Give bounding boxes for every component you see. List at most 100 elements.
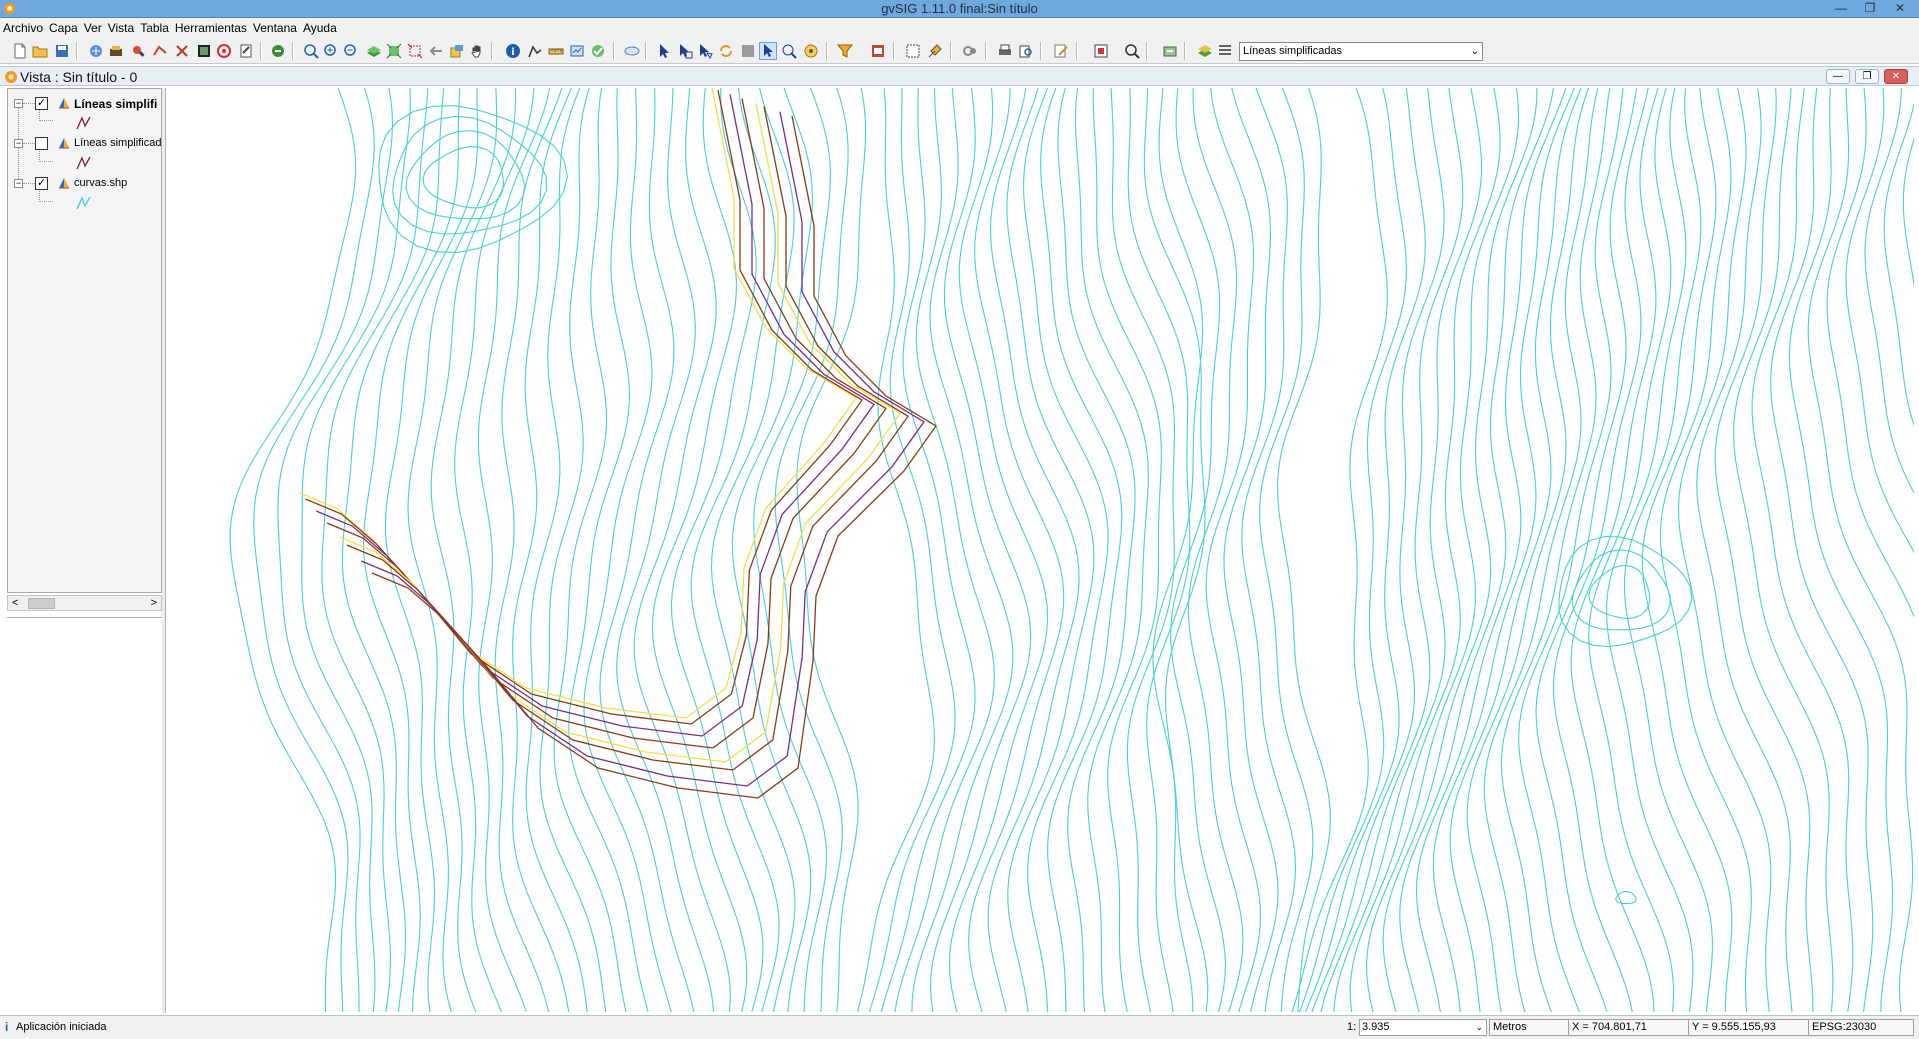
save-icon[interactable] — [54, 43, 70, 59]
print-icon[interactable] — [997, 43, 1013, 59]
active-layer-value: Líneas simplificadas — [1243, 45, 1343, 57]
select-by-circle-icon[interactable] — [781, 43, 797, 59]
menu-tabla[interactable]: Tabla — [137, 18, 172, 38]
contour-line — [1659, 88, 1752, 1013]
menu-vista[interactable]: Vista — [105, 18, 137, 38]
print-preview-icon[interactable] — [1018, 43, 1034, 59]
toc-layer-curvas-shp[interactable]: − ✓ curvas.shp — [8, 176, 161, 192]
view-close-button[interactable]: ✕ — [1884, 69, 1908, 84]
attach-link-icon[interactable] — [962, 43, 978, 59]
layer-list-icon[interactable] — [1217, 43, 1233, 59]
open-folder-icon[interactable] — [32, 43, 48, 59]
main-toolbar: i Líneas simplificadas ⌄ — [0, 38, 1919, 64]
edit-vertex-icon[interactable] — [152, 43, 168, 59]
information-icon[interactable]: i — [505, 43, 521, 59]
contour-line — [857, 88, 935, 1013]
contour-line — [321, 88, 429, 1013]
contour-line — [1205, 88, 1262, 1013]
contour-line — [1241, 88, 1297, 1013]
attribute-search-icon[interactable] — [130, 43, 146, 59]
edit-table-icon[interactable] — [238, 43, 254, 59]
collapse-icon[interactable]: − — [14, 179, 23, 188]
map-graphics[interactable] — [166, 88, 1914, 1013]
select-by-buffer-icon[interactable] — [803, 43, 819, 59]
select-polygon-icon[interactable] — [697, 43, 713, 59]
map-canvas[interactable] — [166, 88, 1914, 1013]
scale-input[interactable]: 3.935 ⌄ — [1359, 1019, 1487, 1036]
invert-selection-icon[interactable] — [718, 43, 734, 59]
menu-ayuda[interactable]: Ayuda — [300, 18, 340, 38]
toc-horizontal-scrollbar[interactable]: < > — [7, 595, 162, 611]
contour-line — [796, 88, 867, 1013]
layer-visibility-checkbox[interactable]: ✓ — [35, 97, 48, 110]
pan-hand-icon[interactable] — [469, 43, 485, 59]
contour-line — [583, 88, 672, 1013]
locator-icon[interactable] — [449, 43, 465, 59]
view-restore-button[interactable]: ❐ — [1855, 69, 1879, 84]
hyperlink-icon[interactable] — [569, 43, 585, 59]
window-title-bar: gvSIG 1.11.0 final:Sin título — ❐ ✕ — [0, 0, 1919, 18]
collapse-icon[interactable]: − — [14, 99, 23, 108]
filter-icon[interactable] — [837, 43, 853, 59]
zoom-select-icon[interactable] — [407, 43, 423, 59]
simplified-line — [305, 89, 863, 725]
contour-line — [407, 88, 498, 1013]
collapse-icon[interactable]: − — [14, 139, 23, 148]
edit-tools-icon[interactable] — [174, 43, 190, 59]
menu-ventana[interactable]: Ventana — [250, 18, 300, 38]
geo-process-icon[interactable] — [590, 43, 606, 59]
table-of-contents: − ✓ Líneas simplifi − Líneas simplificad… — [7, 88, 162, 593]
table-statistics-icon[interactable] — [870, 43, 886, 59]
scale-selector[interactable]: 1: 3.935 ⌄ — [1347, 1019, 1487, 1036]
contour-line — [1276, 88, 1331, 1013]
layer-visibility-checkbox[interactable] — [35, 137, 48, 150]
zoom-out-icon[interactable] — [343, 43, 359, 59]
info-icon: i — [5, 1020, 9, 1034]
menu-capa[interactable]: Capa — [46, 18, 81, 38]
window-title: gvSIG 1.11.0 final:Sin título — [881, 1, 1038, 16]
layout-icon[interactable] — [196, 43, 212, 59]
add-layer-icon[interactable] — [108, 43, 124, 59]
scroll-right-icon[interactable]: > — [151, 596, 157, 610]
select-pointer-icon[interactable] — [656, 43, 672, 59]
toc-layer-lineas-simplificadas-1[interactable]: − ✓ Líneas simplifi — [8, 96, 161, 112]
edit-properties-icon[interactable] — [1053, 43, 1069, 59]
minimize-window-button[interactable]: — — [1827, 0, 1855, 17]
scroll-left-icon[interactable]: < — [12, 596, 18, 610]
zoom-in-icon[interactable] — [303, 43, 319, 59]
project-manager-icon[interactable] — [88, 43, 104, 59]
scroll-thumb[interactable] — [28, 598, 55, 609]
measure-area-icon[interactable] — [527, 43, 543, 59]
zoom-previous-icon[interactable] — [428, 43, 444, 59]
contour-loop — [1588, 565, 1651, 619]
new-file-icon[interactable] — [12, 43, 28, 59]
map-overview-icon[interactable] — [1093, 43, 1109, 59]
vector-layer-icon — [59, 138, 69, 149]
menu-archivo[interactable]: Archivo — [0, 18, 46, 38]
full-extent-icon[interactable] — [366, 43, 382, 59]
chevron-down-icon[interactable]: ⌄ — [1471, 43, 1479, 60]
active-layer-select[interactable]: Líneas simplificadas ⌄ — [1239, 42, 1483, 61]
grid-icon[interactable] — [905, 43, 921, 59]
export-icon[interactable] — [1162, 43, 1178, 59]
view-minimize-button[interactable]: — — [1826, 69, 1850, 84]
zoom-window-icon[interactable] — [1124, 43, 1140, 59]
menu-herramientas[interactable]: Herramientas — [172, 18, 250, 38]
target-icon[interactable] — [216, 43, 232, 59]
layers-icon[interactable] — [1197, 43, 1213, 59]
toc-layer-lineas-simplificadas-2[interactable]: − Líneas simplificada — [8, 136, 161, 152]
layer-visibility-checkbox[interactable]: ✓ — [35, 177, 48, 190]
chevron-down-icon[interactable]: ⌄ — [1475, 1020, 1483, 1035]
close-window-button[interactable]: ✕ — [1886, 0, 1914, 17]
console-icon[interactable] — [624, 43, 640, 59]
measure-distance-icon[interactable] — [548, 43, 564, 59]
select-rectangle-icon[interactable] — [677, 43, 693, 59]
snapping-tools-icon[interactable] — [927, 43, 943, 59]
menu-ver[interactable]: Ver — [81, 18, 105, 38]
select-by-point-icon[interactable] — [759, 42, 777, 60]
restore-window-button[interactable]: ❐ — [1856, 0, 1884, 17]
zoom-in-plus-icon[interactable] — [323, 43, 339, 59]
zoom-to-layer-icon[interactable] — [386, 43, 402, 59]
clear-selection-icon[interactable] — [740, 43, 756, 59]
refresh-icon[interactable] — [270, 43, 286, 59]
